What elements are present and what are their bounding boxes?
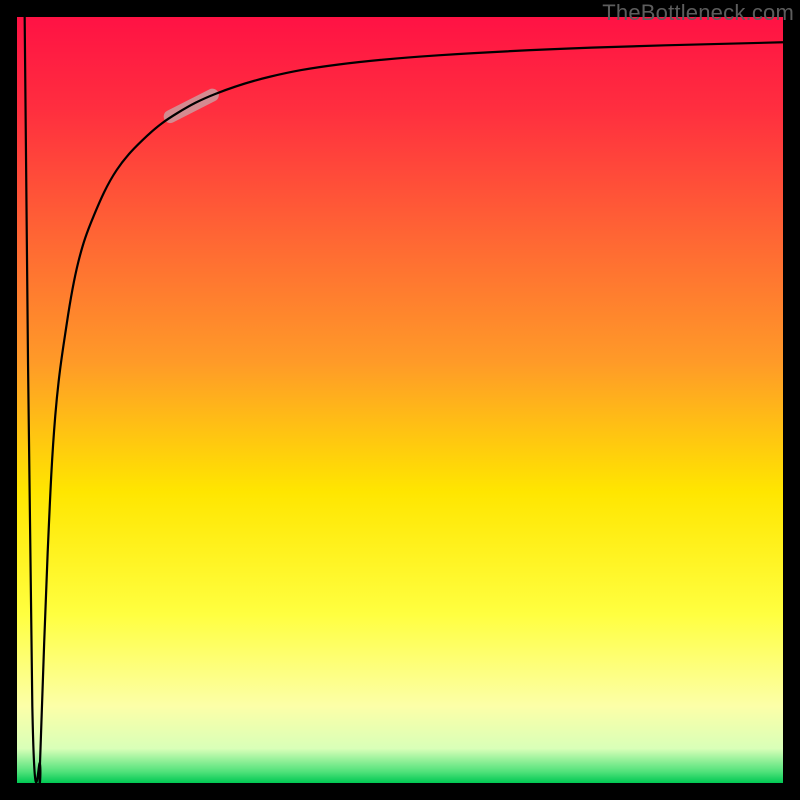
plot-svg: [17, 17, 783, 783]
chart-frame: [0, 0, 800, 800]
watermark-text: TheBottleneck.com: [602, 0, 794, 26]
plot-area: [17, 17, 783, 783]
plot-background: [17, 17, 783, 783]
